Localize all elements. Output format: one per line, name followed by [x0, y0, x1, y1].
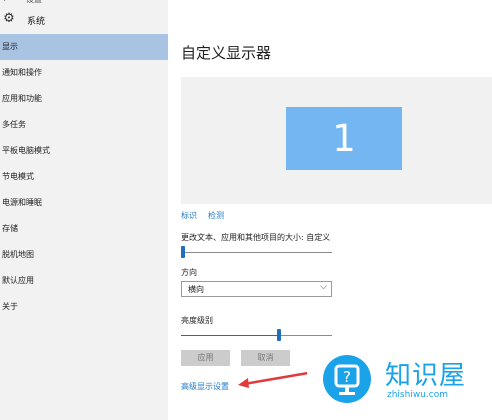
brightness-label: 亮度级别 [181, 316, 213, 325]
orientation-select[interactable]: 横向 ⌵ [181, 281, 332, 297]
apply-button[interactable]: 应用 [181, 350, 230, 366]
sidebar-item-label: 多任务 [2, 120, 26, 129]
advanced-display-settings-link[interactable]: 高级显示设置 [181, 381, 229, 392]
watermark-name-en: zhishiwu.com [387, 390, 448, 400]
scale-slider-track[interactable] [181, 252, 332, 253]
sidebar-item-label: 节电模式 [2, 172, 34, 181]
zhishiwu-logo-icon: ? [323, 355, 371, 403]
sidebar-item-label: 电源和睡眠 [2, 198, 42, 207]
gear-icon: ⚙ [3, 11, 15, 26]
monitor-tile[interactable]: 1 [286, 107, 402, 170]
sidebar-item-label: 平板电脑模式 [2, 146, 50, 155]
chevron-down-icon: ⌵ [320, 282, 327, 292]
sidebar-item-label: 存储 [2, 224, 18, 233]
sidebar-item-power-sleep[interactable]: 电源和睡眠 [0, 190, 168, 216]
sidebar: ← 设置 ⚙ 系统 显示 通知和操作 应用和功能 多任务 平板电脑模式 节电模式… [0, 0, 168, 420]
back-arrow-icon[interactable]: ← [2, 0, 18, 5]
sidebar-item-offline-maps[interactable]: 脱机地图 [0, 242, 168, 268]
detect-link[interactable]: 检测 [208, 210, 224, 221]
orientation-value: 横向 [188, 285, 204, 294]
svg-text:?: ? [343, 368, 351, 386]
sidebar-item-label: 默认应用 [2, 276, 34, 285]
sidebar-item-default-apps[interactable]: 默认应用 [0, 268, 168, 294]
identify-link[interactable]: 标识 [181, 210, 197, 221]
sidebar-item-notifications[interactable]: 通知和操作 [0, 60, 168, 86]
display-preview: 1 [181, 77, 492, 204]
scale-slider-thumb[interactable] [181, 246, 185, 258]
sidebar-item-display[interactable]: 显示 [0, 34, 168, 60]
brightness-slider-fill [181, 335, 277, 336]
brightness-slider-thumb[interactable] [276, 329, 281, 341]
title-bar: ← 设置 ⚙ 系统 [0, 0, 168, 34]
cancel-button[interactable]: 取消 [241, 350, 290, 366]
section-title: 系统 [27, 17, 46, 27]
sidebar-item-label: 关于 [2, 302, 18, 311]
sidebar-item-storage[interactable]: 存储 [0, 216, 168, 242]
watermark: ? 知识屋 zhishiwu.com [307, 343, 492, 420]
sidebar-item-about[interactable]: 关于 [0, 294, 168, 320]
sidebar-item-label: 显示 [2, 42, 18, 51]
sidebar-item-label: 应用和功能 [2, 94, 42, 103]
window-title: 设置 [26, 0, 42, 5]
sidebar-item-tablet-mode[interactable]: 平板电脑模式 [0, 138, 168, 164]
scale-label: 更改文本、应用和其他项目的大小: 自定义 [181, 233, 331, 242]
sidebar-item-multitasking[interactable]: 多任务 [0, 112, 168, 138]
orientation-label: 方向 [181, 268, 197, 277]
sidebar-item-label: 脱机地图 [2, 250, 34, 259]
sidebar-item-battery-saver[interactable]: 节电模式 [0, 164, 168, 190]
page-title: 自定义显示器 [181, 44, 272, 62]
sidebar-item-label: 通知和操作 [2, 68, 42, 77]
annotation-arrow-icon [238, 370, 315, 388]
sidebar-item-apps[interactable]: 应用和功能 [0, 86, 168, 112]
watermark-name-cn: 知识屋 [385, 361, 467, 391]
monitor-number: 1 [332, 117, 356, 160]
